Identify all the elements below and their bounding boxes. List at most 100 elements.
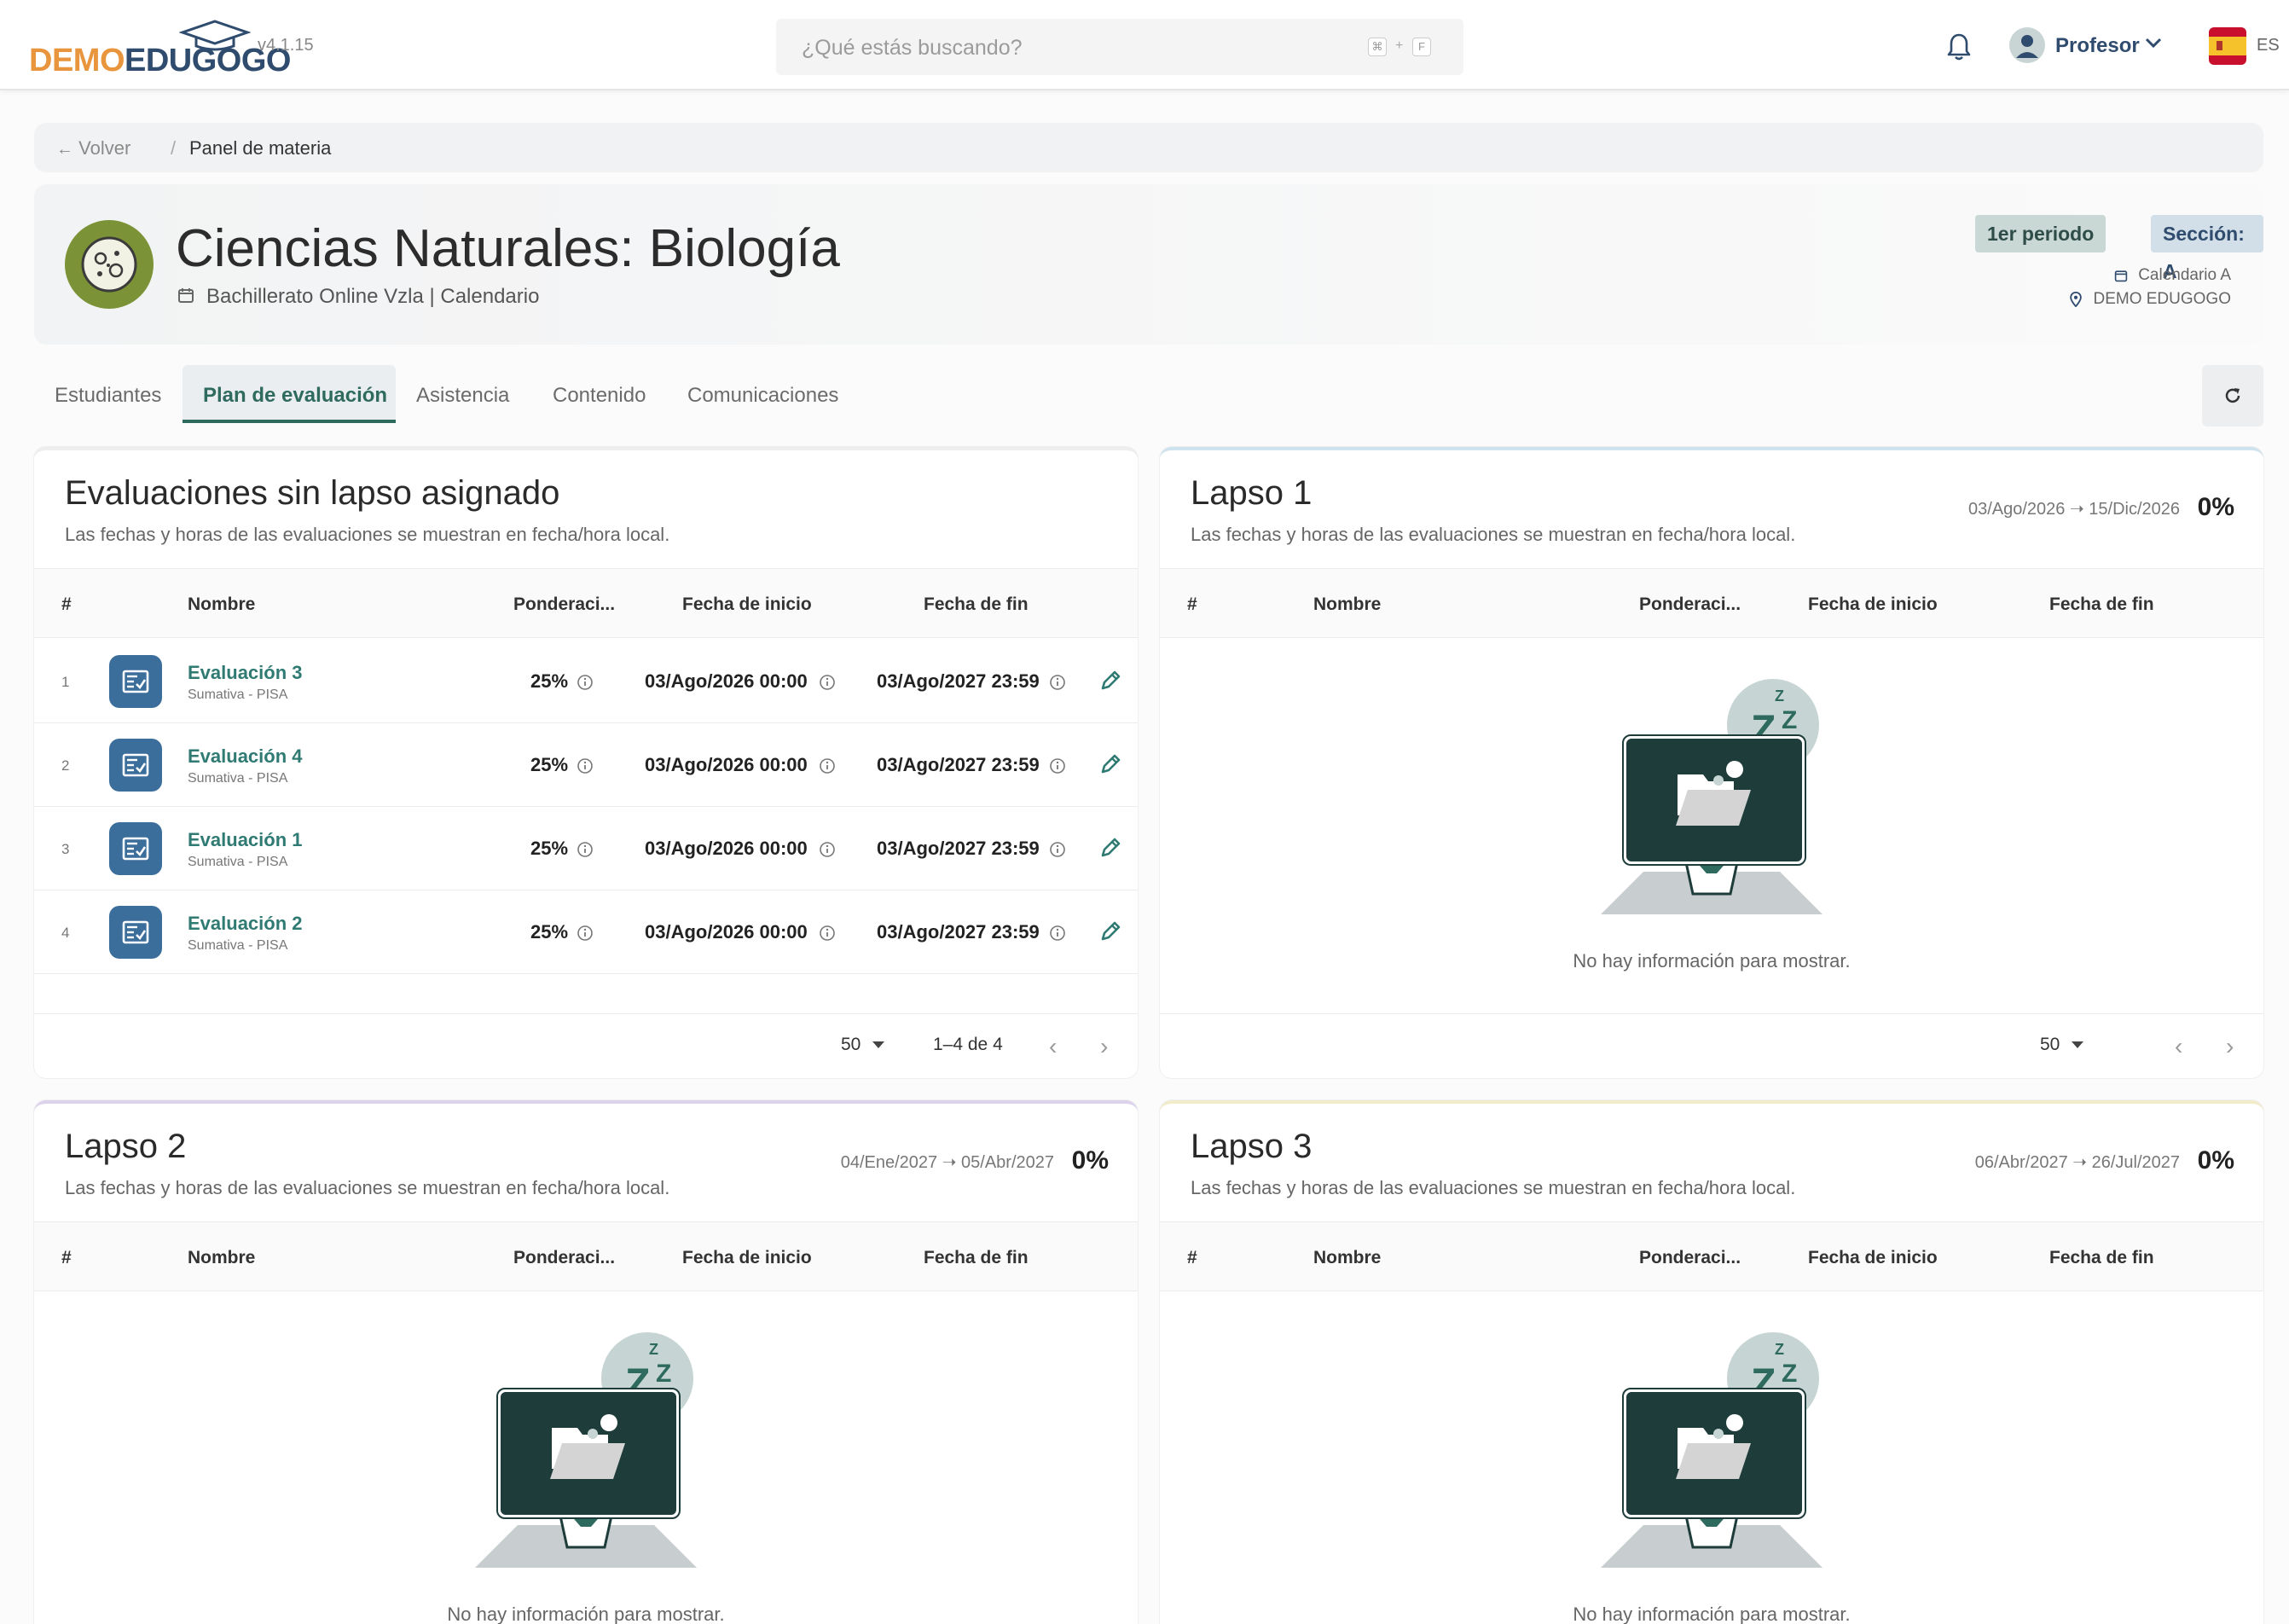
evaluation-type: Sumativa - PISA <box>188 687 288 702</box>
tab-contenido[interactable]: Contenido <box>553 384 646 408</box>
panel-sin-lapso: Evaluaciones sin lapso asignado Las fech… <box>34 447 1138 1078</box>
evaluation-icon <box>109 906 162 959</box>
col-name[interactable]: Nombre <box>188 1248 255 1268</box>
edit-pencil-icon[interactable] <box>1098 669 1122 697</box>
date-range: 03/Ago/2026 ➝ 15/Dic/2026 <box>1967 500 2180 519</box>
tab-asistencia[interactable]: Asistencia <box>416 384 509 408</box>
col-weight[interactable]: Ponderaci... <box>513 1248 615 1268</box>
refresh-button[interactable] <box>2202 365 2263 426</box>
arrow-left-icon: ← <box>56 140 73 159</box>
info-icon[interactable] <box>819 757 836 779</box>
prev-page-icon[interactable]: ‹ <box>2175 1035 2182 1058</box>
evaluation-type: Sumativa - PISA <box>188 938 288 953</box>
caret-down-icon[interactable] <box>2071 1041 2084 1049</box>
info-icon[interactable] <box>819 925 836 946</box>
empty-state-text: No hay información para mostrar. <box>1573 950 1851 972</box>
notification-bell-icon[interactable] <box>1946 32 1972 61</box>
back-link[interactable]: ← Volver <box>56 137 130 160</box>
language-code[interactable]: ES <box>2257 36 2280 55</box>
edit-pencil-icon[interactable] <box>1098 752 1122 780</box>
shortcut-key-cmd: ⌘ <box>1368 38 1387 56</box>
panel-subtitle: Las fechas y horas de las evaluaciones s… <box>1191 1177 1796 1198</box>
col-start[interactable]: Fecha de inicio <box>682 1248 812 1268</box>
svg-text:Z: Z <box>649 1341 658 1358</box>
evaluation-name-link[interactable]: Evaluación 1 <box>188 829 303 851</box>
col-name[interactable]: Nombre <box>1313 594 1381 615</box>
info-icon[interactable] <box>1049 674 1066 695</box>
microbe-icon <box>65 220 154 309</box>
col-start[interactable]: Fecha de inicio <box>1808 1248 1938 1268</box>
caret-down-icon[interactable] <box>872 1041 885 1049</box>
brand-logo[interactable]: DEMOEDUGOGO <box>29 44 291 77</box>
col-end[interactable]: Fecha de fin <box>924 1248 1029 1268</box>
info-icon[interactable] <box>1049 925 1066 946</box>
table-header: # Nombre Ponderaci... Fecha de inicio Fe… <box>1160 1221 2263 1291</box>
evaluation-name-link[interactable]: Evaluación 2 <box>188 913 303 935</box>
next-page-icon[interactable]: › <box>1100 1035 1108 1058</box>
user-avatar[interactable] <box>2009 27 2045 63</box>
table-row[interactable]: 3 Evaluación 1 Sumativa - PISA 25% 03/Ago/20… <box>34 807 1138 890</box>
table-row[interactable]: 2 Evaluación 4 Sumativa - PISA 25% 03/Ago/20… <box>34 723 1138 807</box>
info-icon[interactable] <box>1049 841 1066 862</box>
graduation-cap-icon <box>179 20 251 51</box>
row-index: 4 <box>61 925 70 941</box>
page-size-select[interactable]: 50 <box>2040 1035 2060 1055</box>
info-icon[interactable] <box>577 757 594 779</box>
col-weight[interactable]: Ponderaci... <box>1639 1248 1741 1268</box>
table-header: # Nombre Ponderaci... Fecha de inicio Fe… <box>1160 568 2263 638</box>
info-icon[interactable] <box>577 841 594 862</box>
tab-estudiantes[interactable]: Estudiantes <box>55 384 161 408</box>
evaluation-icon <box>109 739 162 792</box>
search-bar[interactable]: ¿Qué estás buscando? ⌘ + F <box>776 19 1463 75</box>
col-end[interactable]: Fecha de fin <box>2049 1248 2154 1268</box>
evaluation-name-link[interactable]: Evaluación 3 <box>188 662 303 684</box>
info-icon[interactable] <box>819 674 836 695</box>
table-row[interactable]: 4 Evaluación 2 Sumativa - PISA 25% 03/Ago/20… <box>34 890 1138 974</box>
edit-pencil-icon[interactable] <box>1098 919 1122 948</box>
spain-flag-icon[interactable] <box>2209 27 2246 65</box>
info-icon[interactable] <box>577 674 594 695</box>
table-row[interactable]: 1 Evaluación 3 Sumativa - PISA 25% 03/Ago/20… <box>34 640 1138 723</box>
col-index: # <box>61 1248 72 1267</box>
col-weight[interactable]: Ponderaci... <box>1639 594 1741 615</box>
empty-state-illustration: Z Z Z <box>1160 676 2263 936</box>
calendar-icon <box>178 288 194 303</box>
col-start[interactable]: Fecha de inicio <box>682 594 812 615</box>
info-icon[interactable] <box>819 841 836 862</box>
tab-comunicaciones[interactable]: Comunicaciones <box>687 384 838 408</box>
col-name[interactable]: Nombre <box>188 594 255 615</box>
evaluation-end: 03/Ago/2027 23:59 <box>877 670 1040 692</box>
col-name[interactable]: Nombre <box>1313 1248 1381 1268</box>
chevron-down-icon[interactable] <box>2144 36 2163 49</box>
brand-part1: DEMO <box>29 43 125 78</box>
next-page-icon[interactable]: › <box>2226 1035 2234 1058</box>
empty-state-illustration: Z Z Z <box>1160 1329 2263 1589</box>
info-icon[interactable] <box>1049 757 1066 779</box>
refresh-icon <box>2225 388 2240 403</box>
svg-text:Z: Z <box>656 1360 671 1388</box>
panel-lapso-3: Lapso 3 Las fechas y horas de las evalua… <box>1160 1100 2263 1624</box>
sleeping-computer-icon: Z Z Z <box>1601 1332 1823 1568</box>
col-index: # <box>61 594 72 614</box>
user-name[interactable]: Profesor <box>2055 34 2140 58</box>
evaluation-end: 03/Ago/2027 23:59 <box>877 921 1040 942</box>
page-size-select[interactable]: 50 <box>841 1035 861 1055</box>
panel-subtitle: Las fechas y horas de las evaluaciones s… <box>65 524 670 545</box>
edit-pencil-icon[interactable] <box>1098 836 1122 864</box>
col-start[interactable]: Fecha de inicio <box>1808 594 1938 615</box>
col-end[interactable]: Fecha de fin <box>924 594 1029 615</box>
weight-percent: 0% <box>2197 493 2234 521</box>
tab-plan-de-evaluacion[interactable]: Plan de evaluación <box>203 384 387 408</box>
back-label: Volver <box>78 137 131 159</box>
evaluation-icon <box>109 655 162 708</box>
subject-title: Ciencias Naturales: Biología <box>176 219 840 278</box>
prev-page-icon[interactable]: ‹ <box>1049 1035 1057 1058</box>
col-end[interactable]: Fecha de fin <box>2049 594 2154 615</box>
col-weight[interactable]: Ponderaci... <box>513 594 615 615</box>
panel-subtitle: Las fechas y horas de las evaluaciones s… <box>1191 524 1796 545</box>
evaluation-name-link[interactable]: Evaluación 4 <box>188 745 303 768</box>
evaluation-start: 03/Ago/2026 00:00 <box>645 838 808 859</box>
empty-state-text: No hay información para mostrar. <box>447 1604 725 1624</box>
info-icon[interactable] <box>577 925 594 946</box>
pagination: 50 ‹ › <box>1160 1013 2263 1078</box>
